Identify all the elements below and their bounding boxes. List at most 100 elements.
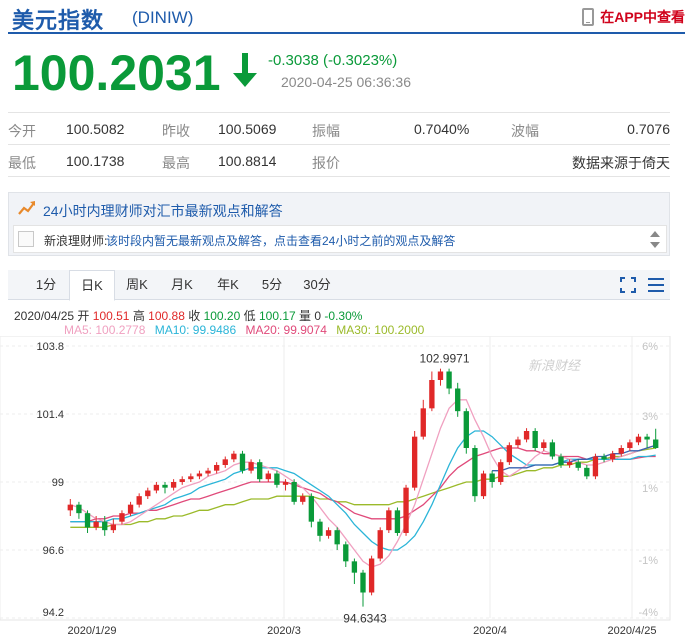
tab-weekly-k[interactable]: 周K bbox=[116, 270, 158, 300]
tab-monthly-k[interactable]: 月K bbox=[160, 270, 204, 300]
page-title: 美元指数 bbox=[12, 8, 105, 33]
scroll-up-arrow-icon[interactable] bbox=[650, 231, 660, 237]
candle-body bbox=[300, 496, 306, 502]
candle-body bbox=[472, 448, 478, 497]
advisor-panel: 24小时内理财师对汇市最新观点和解答 新浪理财师: 该时段内暂无最新观点及解答，… bbox=[8, 192, 670, 256]
open-label: 今开 bbox=[8, 123, 36, 139]
quote-timestamp: 2020-04-25 06:36:36 bbox=[281, 74, 411, 90]
candle-body bbox=[463, 411, 469, 448]
candle-body bbox=[558, 456, 564, 465]
x-tick-label: 2020/4/25 bbox=[608, 625, 657, 637]
candle-body bbox=[411, 436, 418, 488]
candle-body bbox=[627, 442, 633, 448]
high-label: 最高 bbox=[162, 155, 190, 171]
candle-body bbox=[222, 459, 228, 465]
tab-yearly-k[interactable]: 年K bbox=[206, 270, 250, 300]
y-tick-percent-label: 6% bbox=[642, 341, 658, 353]
candle-body bbox=[153, 484, 160, 491]
candle-body bbox=[437, 371, 444, 380]
info-high: 100.88 bbox=[148, 309, 185, 323]
low-value: 100.1738 bbox=[66, 153, 125, 169]
y-tick-label: 94.2 bbox=[43, 607, 64, 619]
range-label: 波幅 bbox=[511, 123, 539, 139]
stats-row: 今开 100.5082 昨收 100.5069 振幅 0.7040% 波幅 0.… bbox=[8, 113, 670, 145]
advisor-title-link[interactable]: 24小时内理财师对汇市最新观点和解答 bbox=[43, 201, 283, 221]
candle-body bbox=[635, 436, 642, 443]
current-price: 100.2031 bbox=[12, 45, 221, 101]
candle-body bbox=[515, 439, 521, 446]
candle-body bbox=[93, 521, 99, 528]
high-value: 100.8814 bbox=[218, 153, 277, 169]
amplitude-label: 振幅 bbox=[312, 123, 340, 139]
candle-body bbox=[498, 462, 504, 482]
y-tick-percent-label: -4% bbox=[638, 607, 658, 619]
candle-body bbox=[618, 448, 624, 454]
y-tick-label: 103.8 bbox=[36, 341, 64, 353]
candlestick-chart[interactable]: 103.8 101.4 99 96.6 94.2 6% 3% 1% -1% -4% 2020/1/2… bbox=[0, 336, 693, 638]
candle-body bbox=[403, 487, 409, 533]
candle-info: 2020/04/25 开 100.51 高 100.88 收 100.20 低 … bbox=[14, 307, 362, 324]
x-tick-label: 2020/4 bbox=[473, 625, 507, 637]
chart-frame bbox=[0, 336, 671, 621]
candle-body bbox=[644, 436, 650, 440]
menu-icon[interactable] bbox=[648, 278, 664, 292]
candle-body bbox=[584, 467, 590, 477]
candle-body bbox=[239, 453, 246, 471]
tab-1min[interactable]: 1分 bbox=[24, 270, 68, 300]
ma5-legend: MA5: 100.2778 bbox=[64, 323, 146, 337]
watermark: 新浪财经 bbox=[528, 358, 582, 373]
scroll-down-arrow-icon[interactable] bbox=[650, 242, 660, 248]
info-close-label: 收 bbox=[188, 309, 201, 323]
advisor-name: 新浪理财师: bbox=[44, 234, 108, 248]
period-tabs: 1分 日K 周K 月K 年K 5分 30分 bbox=[8, 270, 670, 301]
candle-body bbox=[541, 442, 547, 448]
quote-source-value: 数据来源于倚天 bbox=[572, 155, 670, 171]
advisor-avatar bbox=[18, 231, 34, 247]
candle-body bbox=[127, 504, 134, 514]
candle-body bbox=[67, 504, 73, 511]
candle-body bbox=[334, 530, 340, 545]
candle-body bbox=[317, 521, 323, 536]
candle-body bbox=[325, 530, 332, 536]
candle-body bbox=[566, 462, 573, 465]
y-tick-percent-label: 3% bbox=[642, 411, 658, 423]
candle-body bbox=[592, 456, 599, 477]
advisor-message-row: 新浪理财师: 该时段内暂无最新观点及解答，点击查看24小时之前的观点及解答 bbox=[13, 225, 667, 253]
candle-body bbox=[188, 476, 194, 480]
header: 美元指数 (DINIW) 在APP中查看 bbox=[8, 0, 685, 34]
candle-body bbox=[179, 479, 185, 482]
tab-daily-k[interactable]: 日K bbox=[69, 270, 115, 301]
quote-source-label: 报价 bbox=[312, 155, 340, 171]
candle-body bbox=[205, 470, 211, 474]
candle-body bbox=[231, 453, 237, 460]
range-value: 0.7076 bbox=[627, 121, 670, 137]
y-tick-label: 101.4 bbox=[36, 409, 64, 421]
advisor-message-link[interactable]: 该时段内暂无最新观点及解答，点击查看24小时之前的观点及解答 bbox=[106, 232, 455, 249]
y-tick-label: 99 bbox=[52, 477, 64, 489]
candle-body bbox=[76, 504, 82, 514]
down-arrow-icon bbox=[233, 53, 257, 87]
candle-body bbox=[282, 482, 289, 485]
open-in-app-link[interactable]: 在APP中查看 bbox=[582, 6, 685, 28]
candle-body bbox=[248, 462, 254, 471]
fullscreen-icon[interactable] bbox=[620, 277, 636, 293]
candle-body bbox=[265, 473, 271, 480]
amplitude-value: 0.7040% bbox=[414, 121, 470, 137]
y-tick-percent-label: -1% bbox=[638, 555, 658, 567]
y-tick-percent-label: 1% bbox=[642, 483, 658, 495]
candle-body bbox=[274, 473, 280, 485]
tab-30min[interactable]: 30分 bbox=[294, 270, 340, 300]
candle-body bbox=[455, 388, 461, 412]
candle-body bbox=[145, 490, 151, 497]
candle-body bbox=[377, 530, 383, 559]
candle-body bbox=[601, 456, 607, 460]
info-low: 100.17 bbox=[258, 309, 296, 323]
info-open: 100.51 bbox=[92, 309, 130, 323]
candle-body bbox=[110, 524, 117, 531]
min-price-label: 94.6343 bbox=[343, 612, 387, 626]
candle-body bbox=[653, 439, 659, 448]
tab-5min[interactable]: 5分 bbox=[252, 270, 292, 300]
y-tick-label: 96.6 bbox=[43, 545, 64, 557]
ma5-line bbox=[70, 399, 656, 568]
price-change: -0.3038 (-0.3023%) bbox=[268, 52, 398, 69]
